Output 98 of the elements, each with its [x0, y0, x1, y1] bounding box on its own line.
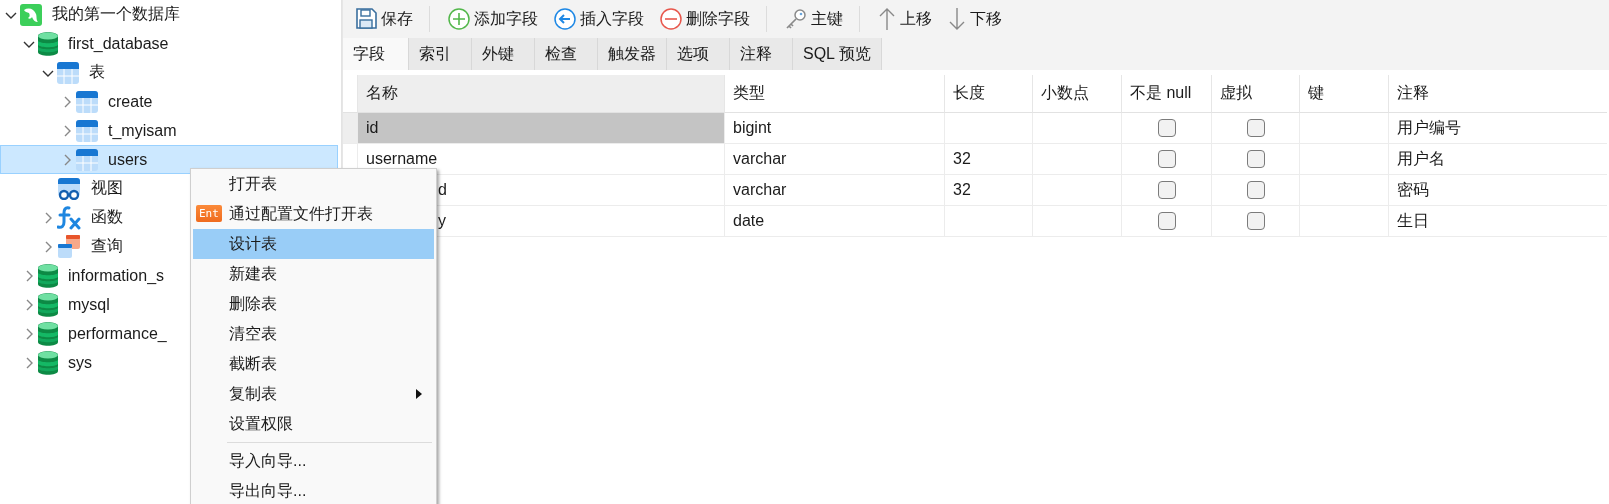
database-icon: [38, 31, 58, 56]
tree-item[interactable]: 查询: [0, 232, 124, 261]
table-cell[interactable]: id: [357, 113, 724, 144]
tree-item[interactable]: mysql: [0, 290, 111, 319]
tree-item[interactable]: performance_: [0, 319, 168, 348]
arrow-down-icon: [948, 7, 966, 31]
key-icon: [785, 8, 807, 30]
table-cell: 生日: [1388, 206, 1607, 237]
arrow-up-icon: [878, 7, 896, 31]
toolbar-button[interactable]: 上移: [876, 5, 934, 33]
tree-item[interactable]: 函数: [0, 203, 124, 232]
column-header[interactable]: 不是 null: [1121, 75, 1211, 113]
checkbox[interactable]: [1157, 181, 1176, 199]
table-icon: [76, 148, 98, 171]
item-label: t_myisam: [108, 121, 177, 140]
toolbar-button[interactable]: 保存: [353, 6, 415, 32]
menu-item[interactable]: 清空表: [193, 319, 434, 349]
table-cell: 32: [944, 175, 1032, 206]
tree-item[interactable]: 我的第一个数据库: [0, 0, 181, 29]
tab[interactable]: 选项: [667, 38, 730, 70]
menu-item[interactable]: 设计表: [193, 229, 434, 259]
column-header[interactable]: 名称: [357, 75, 724, 113]
item-label: create: [108, 92, 153, 111]
checkbox[interactable]: [1246, 212, 1265, 230]
checkbox[interactable]: [1157, 119, 1176, 137]
menu-item[interactable]: 复制表: [193, 379, 434, 409]
database-icon: [38, 350, 58, 375]
toolbar-button[interactable]: 插入字段: [552, 6, 646, 32]
menu-item[interactable]: 导入向导...: [193, 446, 434, 476]
dolphin-icon: [20, 3, 42, 26]
checkbox[interactable]: [1246, 119, 1265, 137]
menu-item[interactable]: 新建表: [193, 259, 434, 289]
table-icon: [76, 119, 98, 142]
checkbox[interactable]: [1246, 181, 1265, 199]
toolbar-button[interactable]: 主键: [783, 6, 845, 32]
table-cell: date: [724, 206, 944, 237]
toolbar-button[interactable]: 添加字段: [446, 6, 540, 32]
query-icon: [57, 234, 81, 259]
column-header[interactable]: 键: [1299, 75, 1388, 113]
item-label: 表: [89, 62, 105, 82]
item-label: mysql: [68, 295, 110, 314]
item-label: sys: [68, 353, 92, 372]
toolbar-button[interactable]: 删除字段: [658, 6, 752, 32]
tree-item[interactable]: information_s: [0, 261, 166, 290]
tree-item[interactable]: create: [0, 87, 154, 116]
column-header[interactable]: 长度: [944, 75, 1032, 113]
tree-item[interactable]: t_myisam: [0, 116, 178, 145]
table-cell: 用户名: [1388, 144, 1607, 175]
save-icon: [355, 8, 377, 30]
edition-badge: Ent: [196, 205, 222, 222]
menu-item[interactable]: 导出向导...: [193, 476, 434, 504]
column-header[interactable]: 类型: [724, 75, 944, 113]
tab[interactable]: SQL 预览: [793, 38, 882, 70]
item-label: 查询: [91, 236, 123, 256]
menu-item[interactable]: 删除表: [193, 289, 434, 319]
item-label: users: [108, 150, 148, 169]
table-cell: varchar: [724, 144, 944, 175]
table-cell: varchar: [724, 175, 944, 206]
table-icon: [57, 61, 79, 84]
table-cell: 密码: [1388, 175, 1607, 206]
arrow-left-icon: [554, 8, 576, 30]
item-label: first_database: [68, 34, 169, 53]
tab[interactable]: 索引: [409, 38, 472, 70]
tab[interactable]: 检查: [535, 38, 598, 70]
tab[interactable]: 触发器: [598, 38, 667, 70]
item-label: 函数: [91, 207, 123, 227]
toolbar-button[interactable]: 下移: [946, 5, 1004, 33]
column-header[interactable]: 注释: [1388, 75, 1607, 113]
menu-item[interactable]: 设置权限: [193, 409, 434, 439]
add-icon: [448, 8, 470, 30]
function-icon: [57, 205, 81, 230]
tab[interactable]: 字段: [343, 38, 409, 70]
checkbox[interactable]: [1157, 212, 1176, 230]
table-icon: [76, 90, 98, 113]
menu-item[interactable]: 截断表: [193, 349, 434, 379]
tree-item[interactable]: 视图: [0, 174, 124, 203]
tree-item[interactable]: sys: [0, 348, 93, 377]
database-icon: [38, 321, 58, 346]
tree-item[interactable]: 表: [0, 58, 106, 87]
checkbox[interactable]: [1246, 150, 1265, 168]
tab[interactable]: 注释: [730, 38, 793, 70]
tree-item[interactable]: first_database: [0, 29, 170, 58]
checkbox[interactable]: [1157, 150, 1176, 168]
item-label: 视图: [91, 178, 123, 198]
database-icon: [38, 292, 58, 317]
item-label: 我的第一个数据库: [52, 4, 180, 24]
database-icon: [38, 263, 58, 288]
table-cell: 32: [944, 144, 1032, 175]
column-header[interactable]: 小数点: [1032, 75, 1121, 113]
view-icon: [57, 177, 81, 200]
tree-item[interactable]: users: [0, 145, 338, 174]
column-header[interactable]: 虚拟: [1211, 75, 1299, 113]
item-label: performance_: [68, 324, 167, 343]
item-label: information_s: [68, 266, 165, 285]
tab[interactable]: 外键: [472, 38, 535, 70]
remove-icon: [660, 8, 682, 30]
table-cell: 用户编号: [1388, 113, 1607, 144]
table-cell: bigint: [724, 113, 944, 144]
